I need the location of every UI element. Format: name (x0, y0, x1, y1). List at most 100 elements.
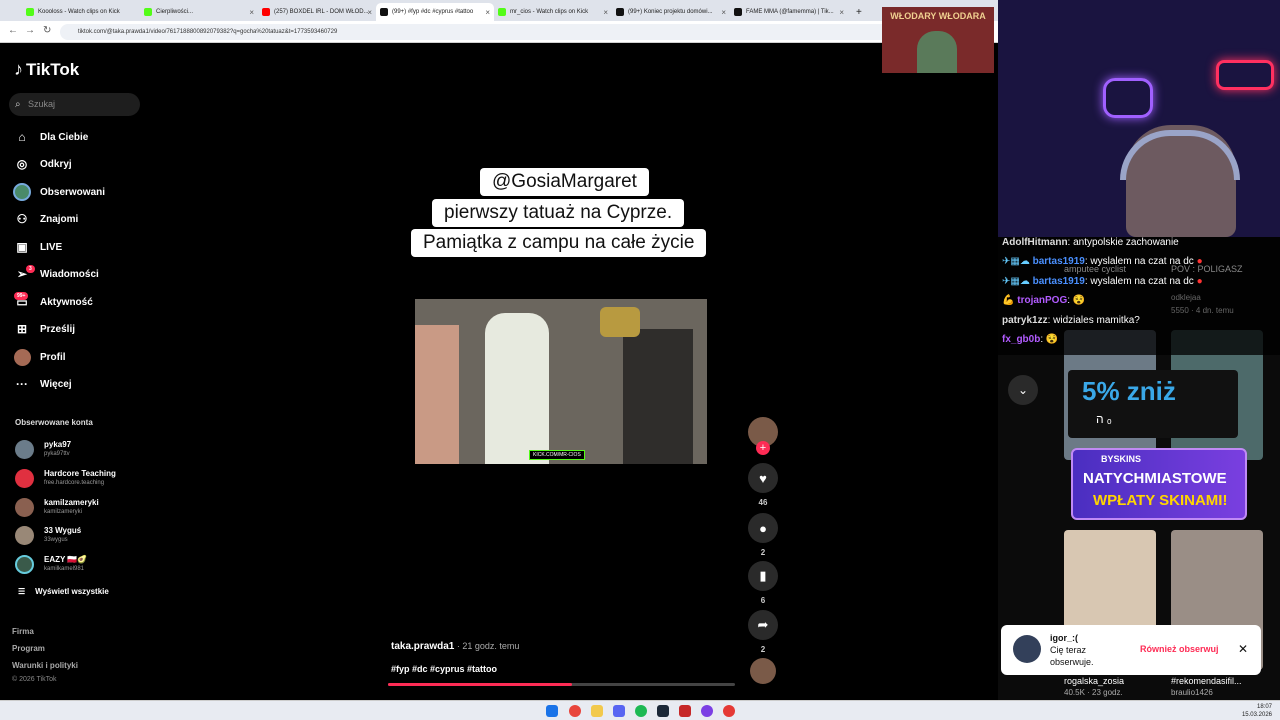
app-icon[interactable] (723, 705, 735, 717)
tiktok-sidebar: ♪ TikTok ⌕ Szukaj ⌂ Dla Ciebie ◎ Odkryj Obse… (0, 43, 150, 700)
sound-disc[interactable] (748, 658, 778, 684)
start-icon[interactable] (546, 705, 558, 717)
browser-icon[interactable] (701, 705, 713, 717)
chat-message: AdolfHitmann: antypolskie zachowanie (1002, 237, 1179, 248)
save-button[interactable]: ▮ 6 (748, 561, 778, 605)
badge-icons: 💪 (1002, 295, 1018, 306)
follow-plus-icon[interactable]: + (756, 441, 770, 455)
follow-back-button[interactable]: Również obserwuj (1140, 644, 1219, 654)
nav-more[interactable]: ··· Więcej (13, 374, 72, 394)
video-author[interactable]: taka.prawda1 · 21 godz. temu (391, 641, 519, 652)
thumbnail-stats: braulio1426 (1171, 688, 1213, 697)
tiktok-note-icon: ♪ (14, 59, 23, 79)
tiktok-favicon-icon (616, 8, 624, 16)
thumbnail-title: POV : POLIGASZ (1171, 264, 1243, 274)
nav-following[interactable]: Obserwowani (13, 182, 105, 202)
url-input[interactable]: tiktok.com/@taka.prawda1/video/761718880… (60, 24, 965, 40)
close-tab-icon[interactable]: × (603, 8, 608, 17)
emote-icon: ● (1193, 276, 1203, 287)
app-icon[interactable] (679, 705, 691, 717)
tiktok-logo[interactable]: ♪ TikTok (14, 59, 79, 80)
close-tab-icon[interactable]: × (367, 8, 372, 17)
avatar (15, 526, 34, 545)
streamer-webcam (998, 0, 1280, 237)
chat-message: ✈▦☁ bartas1919: wyslalem na czat na dc ● (1002, 276, 1203, 287)
nav-explore[interactable]: ◎ Odkryj (13, 154, 72, 174)
avatar (15, 555, 34, 574)
thumbnail-stats: 40.5K · 23 godz. (1064, 688, 1123, 697)
discord-icon[interactable] (613, 705, 625, 717)
video-player[interactable]: @GosiaMargaret pierwszy tatuaż na Cyprze… (150, 43, 998, 700)
close-tab-icon[interactable]: × (249, 8, 254, 17)
browser-tab[interactable]: FAME MMA (@famemma) | Tik... × (730, 3, 848, 21)
nav-for-you[interactable]: ⌂ Dla Ciebie (13, 127, 88, 147)
neon-sign (1103, 78, 1153, 118)
video-watermark: KICK.COM/MR-CIOS (529, 450, 585, 460)
close-icon[interactable]: ✕ (1238, 642, 1248, 656)
badge-icons: ✈▦☁ (1002, 276, 1033, 287)
neon-sign (1216, 60, 1274, 90)
share-button[interactable]: ➦ 2 (748, 610, 778, 654)
system-clock[interactable]: 18:07 15.03.2026 (1242, 703, 1272, 719)
windows-taskbar: 18:07 15.03.2026 (0, 700, 1280, 720)
video-progress-bar[interactable] (388, 683, 735, 686)
back-icon[interactable]: ← (8, 25, 18, 36)
skins-promo-banner[interactable]: BYSKINS NATYCHMIASTOWE WPŁATY SKINAMI! (1071, 448, 1247, 520)
spotify-icon[interactable] (635, 705, 647, 717)
reload-icon[interactable]: ↻ (43, 25, 51, 36)
browser-tab[interactable]: Koooloss - Watch clips on Kick (22, 3, 140, 21)
folder-icon[interactable] (591, 705, 603, 717)
discount-promo[interactable]: 5% zniż ה ₒ (1068, 370, 1238, 438)
video-hashtags[interactable]: #fyp #dc #cyprus #tattoo (391, 664, 497, 674)
copyright-text: © 2026 TikTok (12, 676, 57, 683)
person-figure (623, 329, 693, 464)
emote-icon: 😵 (1070, 295, 1086, 306)
friends-icon: ⚇ (16, 212, 28, 226)
show-all-following-link[interactable]: ☰ Wyświetl wszystkie (18, 587, 109, 596)
new-tab-button[interactable]: + (852, 3, 868, 21)
forward-icon[interactable]: → (25, 25, 35, 36)
like-button[interactable]: ♥ 46 (748, 463, 778, 507)
tiktok-favicon-icon (734, 8, 742, 16)
emote-icon: 😵 (1043, 334, 1059, 345)
kick-favicon-icon (498, 8, 506, 16)
thumbnail-stats: 5550 · 4 dn. temu (1171, 306, 1234, 315)
more-icon: ··· (16, 377, 28, 391)
browser-tab[interactable]: mr_cios - Watch clips on Kick × (494, 3, 612, 21)
creator-avatar[interactable]: + (748, 417, 778, 455)
nav-friends[interactable]: ⚇ Znajomi (13, 209, 79, 229)
person-figure (917, 31, 957, 73)
following-icon (13, 183, 31, 201)
bookmark-icon: ▮ (748, 561, 778, 591)
browser-tab-active[interactable]: (99+) #fyp #dc #cyprus #tattoo × (376, 3, 494, 21)
footer-link-program[interactable]: Program (12, 644, 45, 653)
close-tab-icon[interactable]: × (721, 8, 726, 17)
browser-tab[interactable]: (257) BOXDEL IRL - DOM WŁOD... × (258, 3, 376, 21)
following-accounts-title: Obserwowane konta (15, 418, 93, 427)
activity-badge: 99+ (14, 292, 29, 300)
search-input[interactable]: ⌕ Szukaj (9, 93, 140, 116)
video-frame: KICK.COM/MR-CIOS (415, 299, 707, 464)
browser-tab[interactable]: Cierpliwości... × (140, 3, 258, 21)
close-tab-icon[interactable]: × (485, 8, 490, 17)
badge-icons: ✈▦☁ (1002, 256, 1033, 267)
scroll-down-button[interactable]: ⌄ (1008, 375, 1038, 405)
chat-message: patryk1zz: widziales mamitka? (1002, 315, 1140, 326)
follow-notification: igor_:( Cię teraz obserwuje. Również obs… (1001, 625, 1261, 675)
video-caption-line: pierwszy tatuaż na Cyprze. (432, 199, 685, 227)
browser-tab[interactable]: (99+) Koniec projektu domówi... × (612, 3, 730, 21)
steam-icon[interactable] (657, 705, 669, 717)
chat-message: 💪 trojanPOG: 😵 (1002, 295, 1086, 306)
comment-button[interactable]: ● 2 (748, 513, 778, 557)
nav-profile[interactable]: Profil (13, 347, 66, 367)
person-figure (415, 325, 459, 464)
nav-live[interactable]: ▣ LIVE (13, 237, 62, 257)
thumbnail-title: rogalska_zosia (1064, 676, 1125, 686)
youtube-favicon-icon (262, 8, 270, 16)
avatar (15, 469, 34, 488)
close-tab-icon[interactable]: × (839, 8, 844, 17)
footer-link-terms[interactable]: Warunki i polityki (12, 661, 78, 670)
nav-upload[interactable]: ⊞ Prześlij (13, 319, 75, 339)
footer-link-company[interactable]: Firma (12, 627, 34, 636)
chrome-icon[interactable] (569, 705, 581, 717)
